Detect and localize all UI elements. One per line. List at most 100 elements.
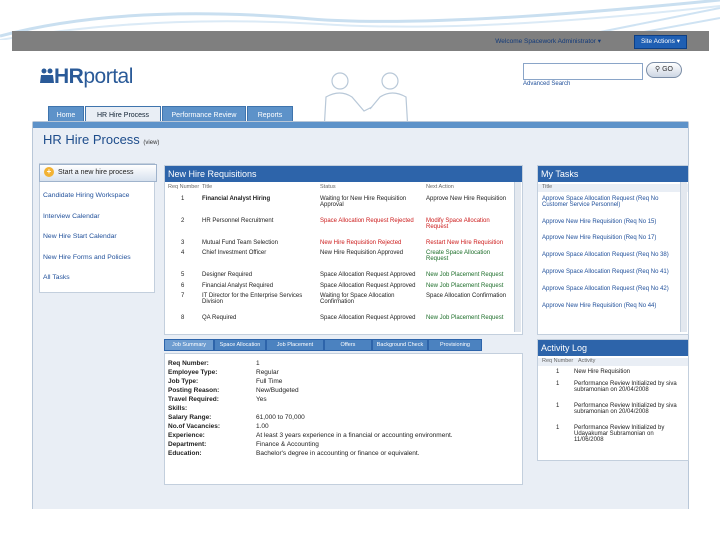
- advanced-search-link[interactable]: Advanced Search: [523, 81, 570, 87]
- detail-label: Education:: [168, 450, 202, 457]
- search-input[interactable]: [523, 63, 643, 80]
- detail-row: Skills:: [168, 405, 518, 414]
- col-status[interactable]: Status: [320, 184, 336, 190]
- req-status: Space Allocation Request Approved: [320, 272, 416, 278]
- detail-row: No.of Vacancies: 1.00: [168, 423, 518, 432]
- requisitions-header: Req Number Title Status Next Action: [165, 184, 522, 192]
- requisitions-scrollbar[interactable]: [514, 182, 521, 332]
- req-title[interactable]: IT Director for the Enterprise Services …: [202, 293, 317, 305]
- col-title[interactable]: Title: [202, 184, 212, 190]
- left-link-all-tasks[interactable]: All Tasks: [43, 274, 151, 295]
- req-number: 4: [181, 250, 185, 256]
- req-title[interactable]: QA Required: [202, 315, 317, 321]
- req-action[interactable]: Restart New Hire Requisition: [426, 240, 511, 246]
- tab-space-allocation[interactable]: Space Allocation: [215, 340, 266, 350]
- task-item[interactable]: Approve Space Allocation Request (Req No…: [542, 269, 678, 275]
- req-number: 5: [181, 272, 185, 278]
- activity-log-title: Activity Log: [538, 340, 688, 356]
- task-item[interactable]: Approve New Hire Requisition (Req No 44): [542, 303, 678, 309]
- task-item[interactable]: Approve Space Allocation Request (Req No…: [542, 252, 678, 258]
- view-link[interactable]: (view): [143, 140, 159, 146]
- req-title[interactable]: Financial Analyst Hiring: [202, 196, 317, 202]
- tab-job-placement[interactable]: Job Placement: [267, 340, 324, 350]
- req-action[interactable]: Create Space Allocation Request: [426, 250, 511, 262]
- go-button[interactable]: ⚲ GO: [646, 62, 682, 78]
- requisitions-title: New Hire Requisitions: [165, 166, 522, 182]
- left-link-interview-calendar[interactable]: Interview Calendar: [43, 213, 151, 234]
- top-bar: Welcome Spacework Administrator ▾ Site A…: [12, 31, 709, 51]
- left-link-new-hire-start-calendar[interactable]: New Hire Start Calendar: [43, 233, 151, 254]
- search-icon: ⚲: [655, 66, 661, 73]
- job-details: Req Number: 1 Employee Type: Regular Job T…: [164, 353, 523, 485]
- page-title: HR Hire Process (view): [43, 132, 159, 147]
- browser-frame: Welcome Spacework Administrator ▾ Site A…: [12, 31, 709, 509]
- task-item[interactable]: Approve Space Allocation Request (Req No…: [542, 196, 678, 208]
- my-tasks-title: My Tasks: [538, 166, 688, 182]
- detail-value: Regular: [256, 369, 279, 376]
- detail-label: Req Number:: [168, 360, 209, 367]
- tasks-scrollbar[interactable]: [680, 182, 687, 332]
- tab-provisioning[interactable]: Provisioning: [429, 340, 482, 350]
- detail-row: Experience: At least 3 years experience i…: [168, 432, 518, 441]
- activity-req-number: 1: [556, 403, 560, 409]
- req-title[interactable]: Designer Required: [202, 272, 317, 278]
- welcome-menu[interactable]: Welcome Spacework Administrator ▾: [495, 37, 601, 45]
- detail-row: Travel Required: Yes: [168, 396, 518, 405]
- detail-row: Job Type: Full Time: [168, 378, 518, 387]
- req-action[interactable]: Space Allocation Confirmation: [426, 293, 511, 299]
- req-action[interactable]: Modify Space Allocation Request: [426, 218, 511, 230]
- detail-row: Req Number: 1: [168, 360, 518, 369]
- task-item[interactable]: Approve Space Allocation Request (Req No…: [542, 286, 678, 292]
- activity-log-panel: Activity Log Req Number Activity 1 New H…: [537, 339, 689, 461]
- task-item[interactable]: Approve New Hire Requisition (Req No 17): [542, 235, 678, 241]
- activity-req-number: 1: [556, 369, 560, 375]
- req-title[interactable]: Chief Investment Officer: [202, 250, 317, 256]
- left-link-candidate-hiring[interactable]: Candidate Hiring Workspace: [43, 192, 151, 213]
- col-next-action[interactable]: Next Action: [426, 184, 454, 190]
- main-panel: HR Hire Process (view) + Start a new hire…: [32, 121, 689, 509]
- tab-job-summary[interactable]: Job Summary: [165, 340, 214, 350]
- detail-label: Experience:: [168, 432, 205, 439]
- req-action[interactable]: Approve New Hire Requisition: [426, 196, 511, 202]
- tab-background-check[interactable]: Background Check: [373, 340, 428, 350]
- col-req-number[interactable]: Req Number: [168, 184, 199, 190]
- site-actions-button[interactable]: Site Actions ▾: [633, 35, 687, 49]
- detail-value: New/Budgeted: [256, 387, 299, 394]
- req-status: Waiting for New Hire Requisition Approva…: [320, 196, 407, 208]
- detail-value: Yes: [256, 396, 267, 403]
- detail-row: Department: Finance & Accounting: [168, 441, 518, 450]
- detail-row: Posting Reason: New/Budgeted: [168, 387, 518, 396]
- col-task-title[interactable]: Title: [542, 184, 552, 190]
- left-link-forms-policies[interactable]: New Hire Forms and Policies: [43, 254, 151, 275]
- start-new-hire-button[interactable]: + Start a new hire process: [39, 164, 157, 182]
- req-title[interactable]: Mutual Fund Team Selection: [202, 240, 317, 246]
- req-status: Space Allocation Request Approved: [320, 283, 416, 289]
- my-tasks-panel: My Tasks Title Approve Space Allocation …: [537, 165, 689, 335]
- detail-label: Salary Range:: [168, 414, 212, 421]
- panel-top-bar: [33, 122, 688, 128]
- col-activity-req[interactable]: Req Number: [542, 358, 573, 364]
- detail-label: Job Type:: [168, 378, 199, 385]
- detail-row: Salary Range: 61,000 to 70,000: [168, 414, 518, 423]
- task-item[interactable]: Approve New Hire Requisition (Req No 15): [542, 219, 678, 225]
- logo-hr: HR: [54, 65, 84, 88]
- req-status: New Hire Requisition Approved: [320, 250, 404, 256]
- people-logo-icon: [40, 68, 54, 83]
- hrportal-logo[interactable]: HRportal: [40, 65, 133, 89]
- activity-text: Performance Review Initialized by Udayak…: [574, 425, 665, 443]
- req-title[interactable]: Financial Analyst Required: [202, 283, 317, 289]
- detail-row: Employee Type: Regular: [168, 369, 518, 378]
- tab-offers[interactable]: Offers: [325, 340, 372, 350]
- logo-portal: portal: [83, 65, 133, 88]
- activity-text: Performance Review Initialized by siva s…: [574, 381, 677, 393]
- req-title[interactable]: HR Personnel Recruitment: [202, 218, 317, 224]
- req-action[interactable]: New Job Placement Request: [426, 283, 511, 289]
- activity-req-number: 1: [556, 425, 560, 431]
- activity-req-number: 1: [556, 381, 560, 387]
- col-activity[interactable]: Activity: [578, 358, 595, 364]
- req-action[interactable]: New Job Placement Request: [426, 272, 511, 278]
- detail-label: Skills:: [168, 405, 188, 412]
- requisitions-panel: New Hire Requisitions Req Number Title S…: [164, 165, 523, 335]
- detail-label: Travel Required:: [168, 396, 219, 403]
- req-action[interactable]: New Job Placement Request: [426, 315, 511, 321]
